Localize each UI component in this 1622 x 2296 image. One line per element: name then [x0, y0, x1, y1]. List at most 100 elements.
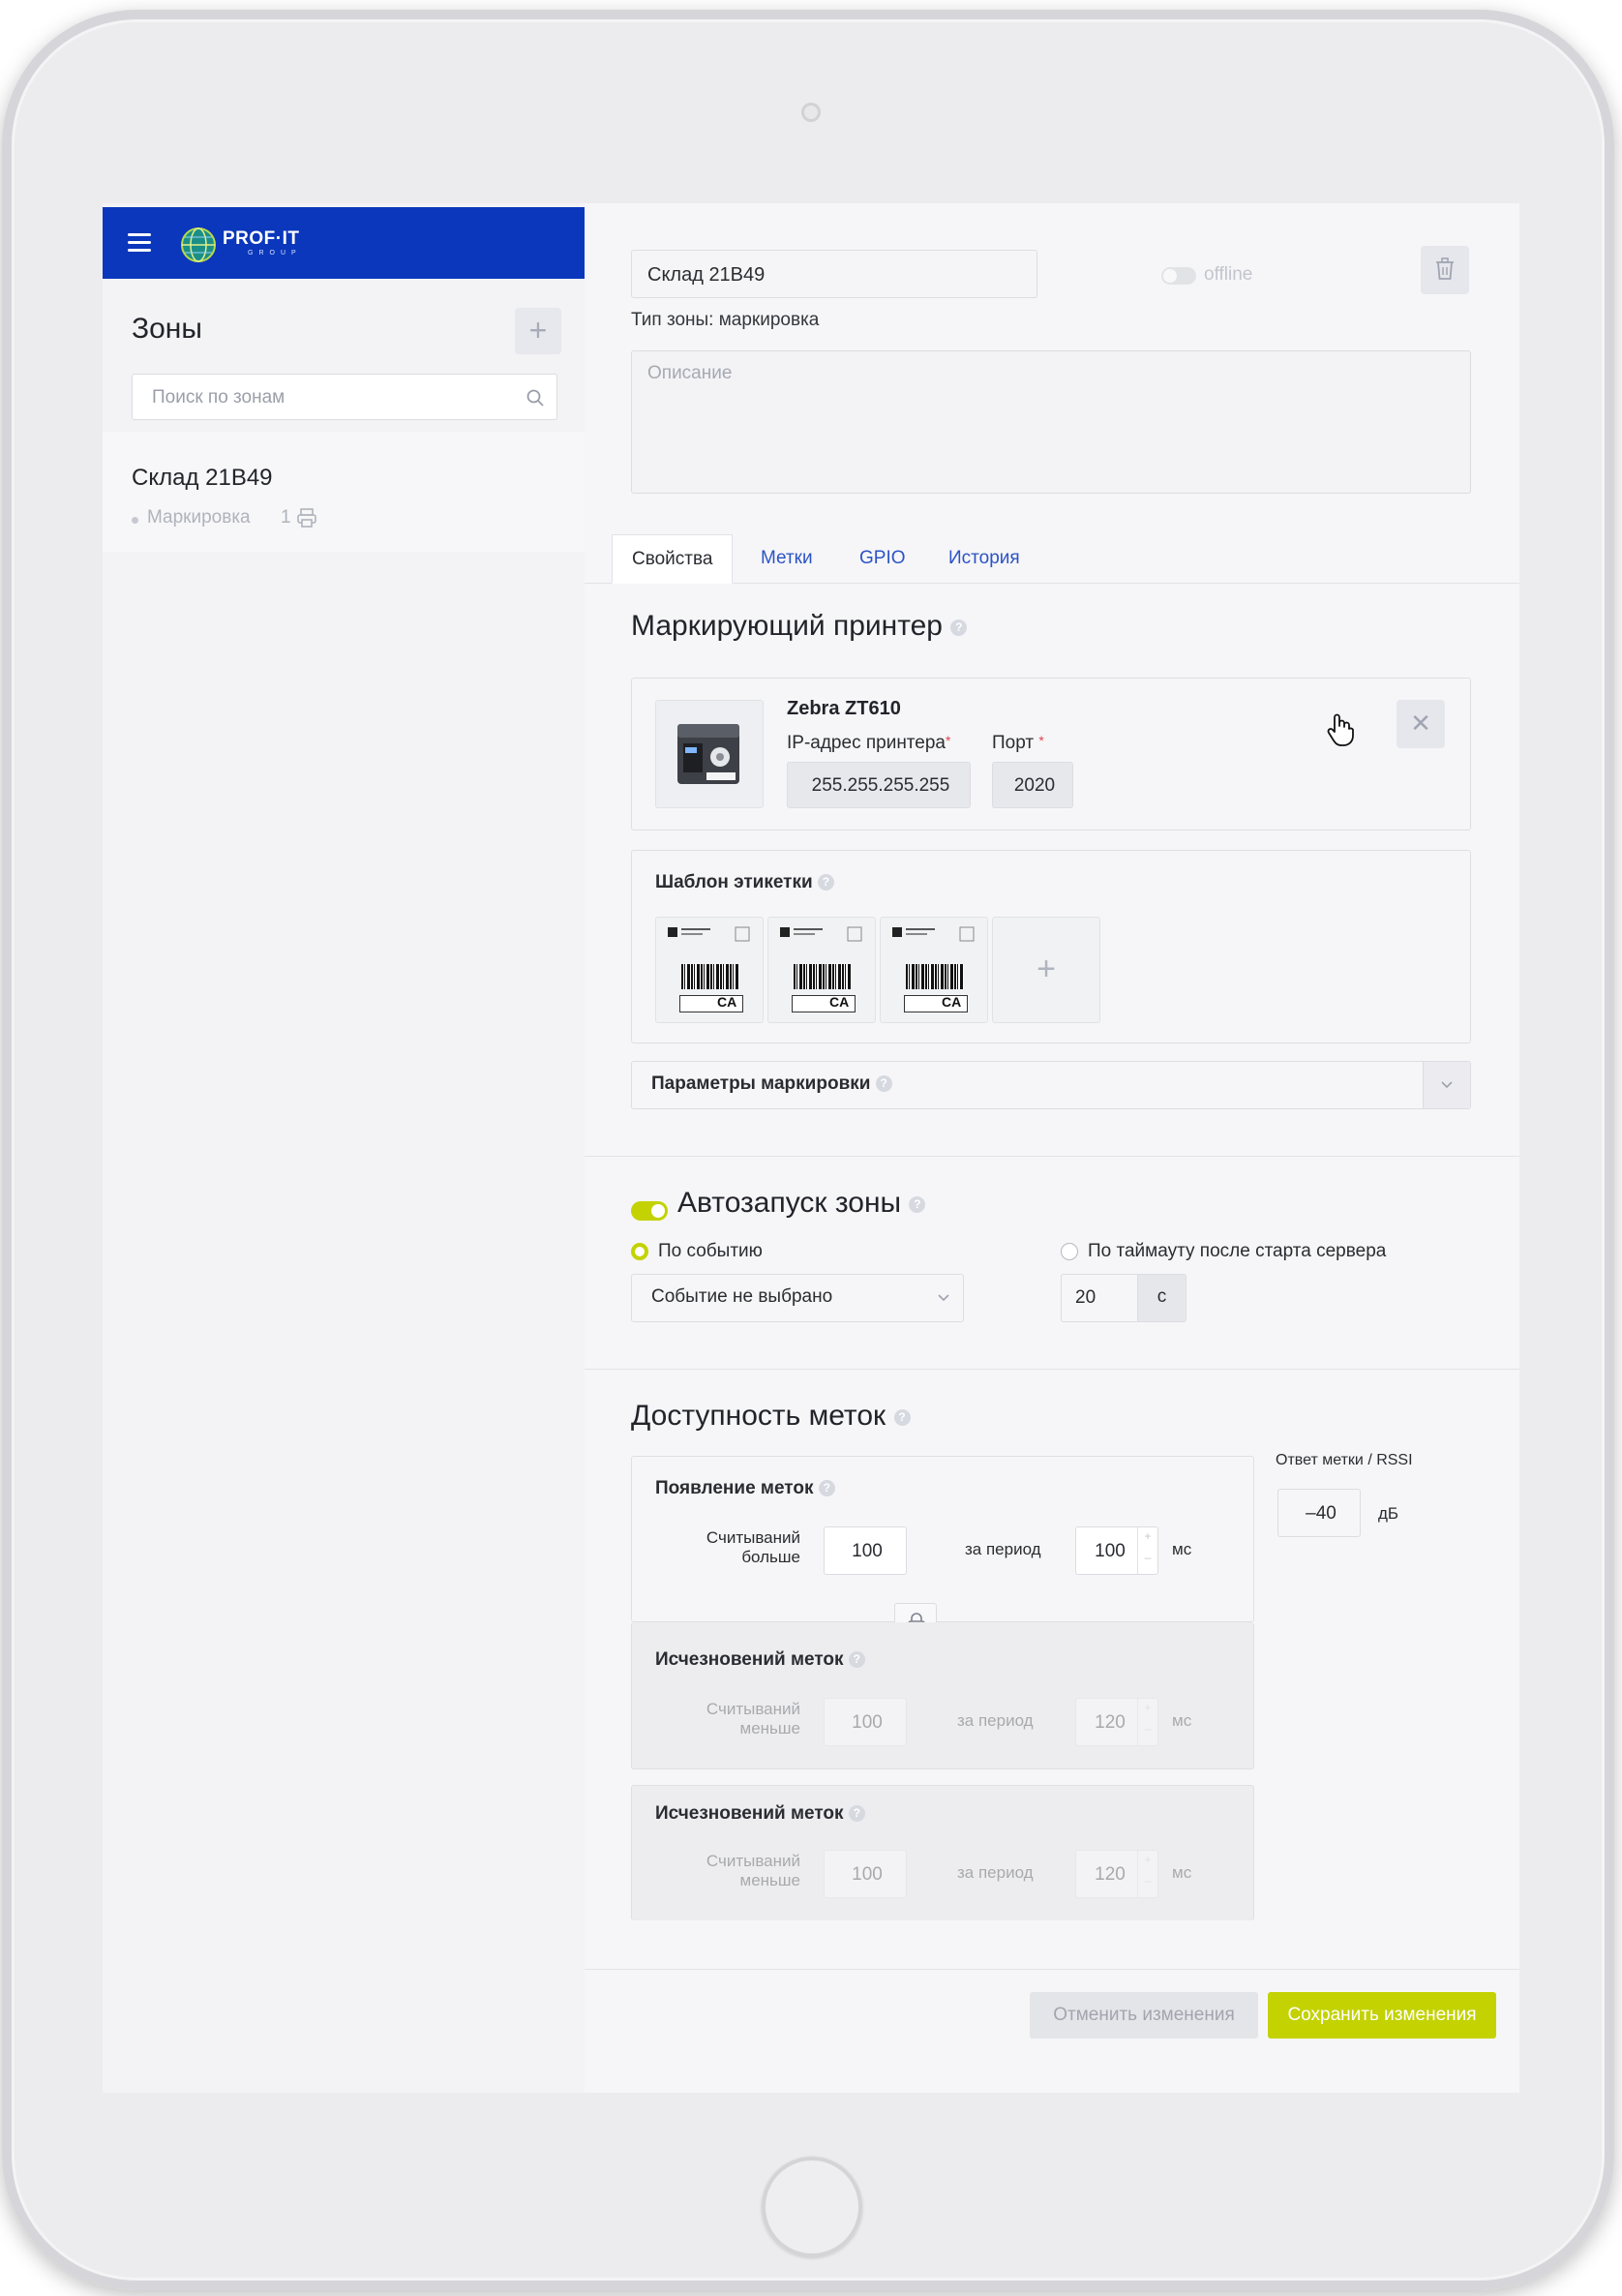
port-input[interactable]	[993, 763, 1076, 809]
required-mark: *	[946, 733, 951, 748]
label-template-card: Шаблон этикетки ? CA CA CA +	[631, 850, 1471, 1043]
search-input[interactable]	[150, 386, 522, 409]
appearance-period-field: + –	[1075, 1526, 1158, 1576]
reads-label-line1: Считываний	[706, 1528, 800, 1547]
minus-icon[interactable]: –	[1138, 1874, 1157, 1897]
description-textarea[interactable]	[646, 361, 1458, 481]
disappearance-title-text: Исчезновений меток	[655, 1803, 844, 1824]
chevron-down-glyph	[1441, 1081, 1453, 1089]
label-template-thumb[interactable]: CA	[767, 917, 876, 1023]
tab-gpio[interactable]: GPIO	[859, 534, 906, 583]
zone-list-item[interactable]: Склад 21B49 Маркировка 1	[103, 432, 585, 552]
label-template-title: Шаблон этикетки ?	[655, 872, 834, 893]
zone-type-dot	[132, 517, 138, 524]
availability-title-text: Доступность меток	[631, 1400, 886, 1432]
divider	[585, 1369, 1519, 1370]
add-zone-button[interactable]: +	[515, 308, 561, 354]
period-stepper[interactable]: + –	[1137, 1851, 1157, 1897]
radio-by-timeout[interactable]	[1061, 1243, 1078, 1260]
reads-label-line1: Считываний	[706, 1852, 800, 1870]
minus-icon[interactable]: –	[1138, 1551, 1157, 1574]
radio-by-event-label: По событию	[658, 1241, 763, 1261]
appearance-reads-input[interactable]	[825, 1527, 910, 1576]
period-stepper[interactable]: + –	[1137, 1699, 1157, 1745]
disappearance-unit: мс	[1172, 1711, 1192, 1730]
radio-by-event[interactable]	[631, 1243, 648, 1260]
save-changes-button[interactable]: Сохранить изменения	[1268, 1992, 1496, 2039]
help-icon[interactable]: ?	[909, 1195, 926, 1213]
tab-history[interactable]: История	[948, 534, 1020, 583]
label-template-thumb[interactable]: CA	[655, 917, 764, 1023]
appearance-reads-field	[824, 1526, 910, 1576]
cancel-changes-button[interactable]: Отменить изменения	[1030, 1992, 1258, 2039]
sidebar: PROF·IT GROUP Зоны + Склад 21B49 Маркиро…	[103, 203, 586, 2093]
event-select[interactable]: Событие не выбрано	[631, 1274, 964, 1322]
rssi-input[interactable]	[1278, 1490, 1364, 1538]
port-label: Порт *	[992, 733, 1044, 754]
online-toggle[interactable]	[1161, 267, 1196, 285]
disappearance-reads-field	[824, 1850, 910, 1899]
disappearance-period-input[interactable]	[1076, 1699, 1144, 1747]
chevron-down-icon[interactable]	[1423, 1062, 1470, 1108]
help-icon[interactable]: ?	[950, 619, 968, 636]
plus-icon[interactable]: +	[1138, 1701, 1157, 1724]
help-icon[interactable]: ?	[893, 1408, 911, 1426]
required-mark: *	[1038, 733, 1044, 748]
appearance-period-input[interactable]	[1076, 1527, 1144, 1576]
disappearance-period-input[interactable]	[1076, 1851, 1144, 1899]
period-stepper[interactable]: + –	[1137, 1527, 1157, 1574]
hand-cursor-icon	[1327, 713, 1354, 746]
port-label-text: Порт	[992, 733, 1035, 753]
disappearance-reads-label: Считываний меньше	[694, 1852, 800, 1890]
autostart-title-text: Автозапуск зоны	[677, 1187, 902, 1219]
home-button[interactable]	[762, 2157, 862, 2257]
timeout-input[interactable]	[1062, 1275, 1137, 1321]
disappearance-card: Исчезновений меток ? Считываний меньше з…	[631, 1622, 1254, 1769]
help-icon[interactable]: ?	[848, 1651, 865, 1669]
plus-icon[interactable]: +	[1138, 1529, 1157, 1553]
printer-section-title: Маркирующий принтер ?	[631, 610, 968, 643]
printer-name: Zebra ZT610	[787, 698, 901, 719]
label-logo-icon	[892, 926, 975, 942]
remove-printer-button[interactable]: ✕	[1397, 700, 1445, 748]
radio-by-timeout-label: По таймауту после старта сервера	[1088, 1241, 1387, 1261]
help-icon[interactable]: ?	[817, 874, 834, 891]
description-field	[631, 350, 1471, 494]
brand-name: PROF·IT	[223, 228, 300, 249]
plus-icon[interactable]: +	[1138, 1853, 1157, 1876]
ip-input[interactable]	[788, 763, 974, 809]
label-template-thumb[interactable]: CA	[880, 917, 988, 1023]
zone-list-item-type: Маркировка	[147, 507, 251, 528]
rssi-label: Ответ метки / RSSI	[1276, 1452, 1413, 1468]
help-icon[interactable]: ?	[875, 1075, 892, 1093]
label-code-box: CA	[792, 994, 856, 1012]
delete-zone-button[interactable]	[1421, 246, 1469, 294]
help-icon[interactable]: ?	[848, 1805, 865, 1823]
zones-title: Зоны	[132, 313, 202, 345]
menu-icon[interactable]	[128, 232, 151, 252]
zone-name-input[interactable]	[646, 263, 1027, 287]
help-icon[interactable]: ?	[818, 1480, 835, 1497]
appearance-period-label: за период	[965, 1540, 1041, 1558]
rssi-unit: дБ	[1378, 1504, 1399, 1523]
disappearance-reads-input[interactable]	[825, 1699, 910, 1747]
disappearance-period-field: + –	[1075, 1850, 1158, 1899]
minus-icon[interactable]: –	[1138, 1722, 1157, 1745]
autostart-toggle[interactable]	[631, 1201, 668, 1221]
search-icon[interactable]	[526, 388, 545, 408]
tab-properties[interactable]: Свойства	[612, 534, 734, 584]
camera-icon	[801, 103, 821, 122]
disappearance-period-label: за период	[957, 1863, 1034, 1882]
port-field	[992, 762, 1076, 809]
appearance-card: Появление меток ? Считываний больше за п…	[631, 1456, 1254, 1622]
disappearance-reads-field	[824, 1698, 910, 1747]
marking-params-select[interactable]: Параметры маркировки ?	[631, 1061, 1471, 1109]
chevron-down-icon	[938, 1294, 949, 1302]
ip-label: IP-адрес принтера*	[787, 733, 950, 754]
tab-tags[interactable]: Метки	[761, 534, 813, 583]
ip-label-text: IP-адрес принтера	[787, 733, 946, 753]
divider	[585, 1156, 1519, 1157]
add-template-button[interactable]: +	[992, 917, 1100, 1023]
appearance-unit: мс	[1172, 1540, 1192, 1558]
disappearance-reads-input[interactable]	[825, 1851, 910, 1899]
